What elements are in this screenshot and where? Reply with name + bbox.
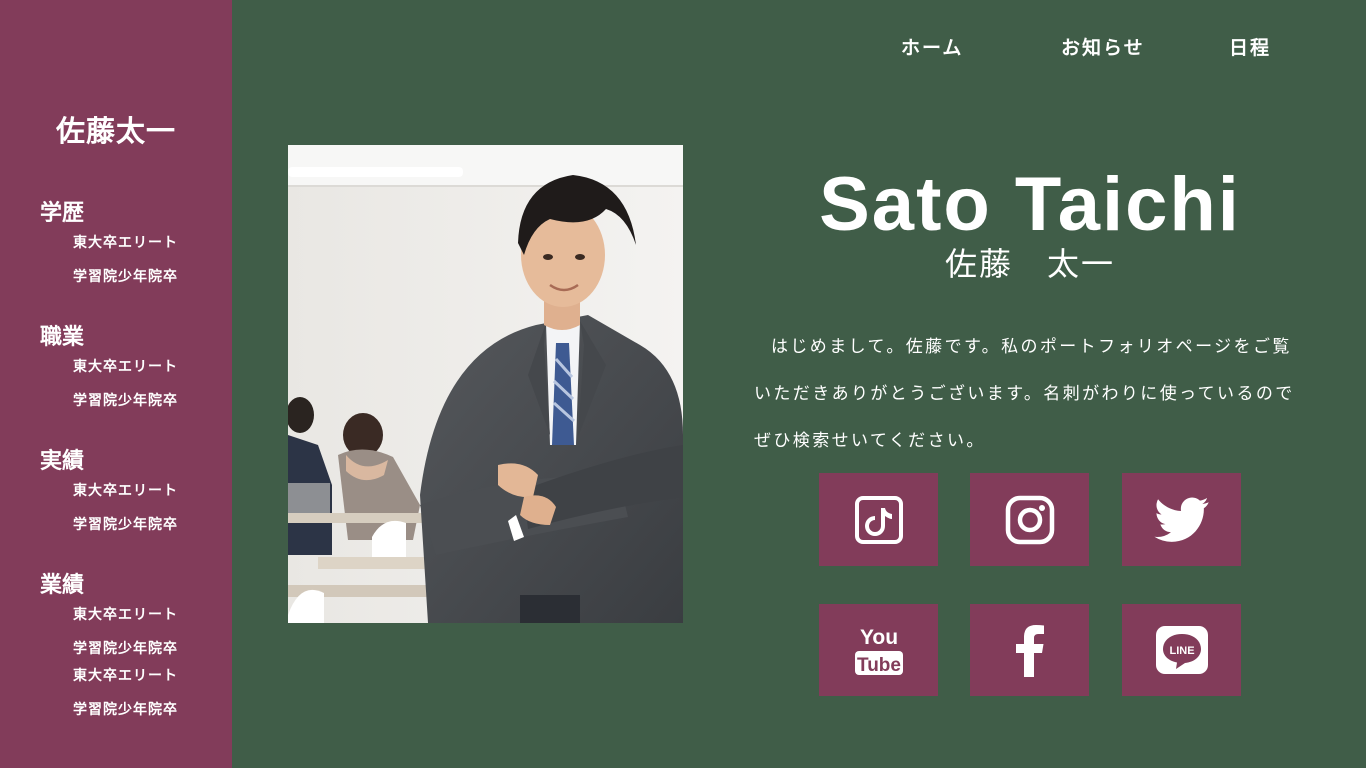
section-item: 学習院少年院卒 <box>73 393 178 409</box>
section-heading: 実績 <box>40 448 85 474</box>
section-item: 東大卒エリート <box>73 668 178 684</box>
sidebar: 佐藤太一 学歴 東大卒エリート 学習院少年院卒 職業 東大卒エリート 学習院少年… <box>0 0 232 768</box>
section-item: 学習院少年院卒 <box>73 269 178 285</box>
tiktok-button[interactable] <box>819 473 938 566</box>
twitter-icon <box>1153 497 1210 543</box>
section-item: 学習院少年院卒 <box>73 517 178 533</box>
profile-photo-illustration <box>288 145 683 623</box>
svg-text:You: You <box>859 626 897 649</box>
section-item: 東大卒エリート <box>73 235 178 251</box>
nav-home[interactable]: ホーム <box>901 33 963 60</box>
section-heading: 業績 <box>40 572 85 598</box>
section-item: 学習院少年院卒 <box>73 702 178 718</box>
section-heading: 職業 <box>40 324 85 350</box>
nav-schedule[interactable]: 日程 <box>1229 33 1271 60</box>
section-heading: 学歴 <box>40 200 85 226</box>
instagram-button[interactable] <box>970 473 1089 566</box>
section-results: 業績 東大卒エリート 学習院少年院卒 東大卒エリート 学習院少年院卒 <box>40 569 220 730</box>
section-item: 学習院少年院卒 <box>73 641 178 657</box>
svg-text:LINE: LINE <box>1169 645 1194 657</box>
hero-name-en: Sato Taichi <box>819 162 1241 247</box>
section-item: 東大卒エリート <box>73 359 178 375</box>
youtube-icon: You Tube <box>853 623 905 677</box>
nav-news[interactable]: お知らせ <box>1061 33 1145 60</box>
facebook-icon <box>1015 623 1045 677</box>
youtube-button[interactable]: You Tube <box>819 604 938 696</box>
line-icon: LINE <box>1155 625 1209 675</box>
portfolio-page: 佐藤太一 学歴 東大卒エリート 学習院少年院卒 職業 東大卒エリート 学習院少年… <box>0 0 1366 768</box>
section-item: 東大卒エリート <box>73 607 178 623</box>
hero-name-jp: 佐藤 太一 <box>944 245 1115 283</box>
sidebar-name: 佐藤太一 <box>55 114 176 148</box>
facebook-button[interactable] <box>970 604 1089 696</box>
tiktok-icon <box>854 495 903 544</box>
section-occupation: 職業 東大卒エリート 学習院少年院卒 <box>40 321 220 421</box>
profile-photo <box>288 145 683 623</box>
section-item: 東大卒エリート <box>73 483 178 499</box>
section-achievements: 実績 東大卒エリート 学習院少年院卒 <box>40 445 220 545</box>
section-education: 学歴 東大卒エリート 学習院少年院卒 <box>40 197 220 297</box>
intro-text: はじめまして。佐藤です。私のポートフォリオページをご覧いただきありがとうございま… <box>754 337 1295 451</box>
svg-text:Tube: Tube <box>857 655 901 676</box>
instagram-icon <box>1005 495 1055 545</box>
twitter-button[interactable] <box>1122 473 1241 566</box>
line-button[interactable]: LINE <box>1122 604 1241 696</box>
